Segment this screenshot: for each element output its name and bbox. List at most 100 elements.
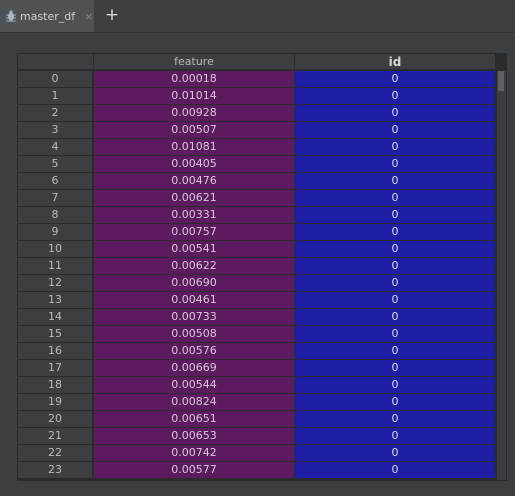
table-row[interactable]: 1 0.01014 0 [18, 88, 496, 105]
row-index-cell[interactable]: 3 [18, 122, 93, 138]
id-cell[interactable]: 0 [295, 275, 495, 291]
id-cell[interactable]: 0 [295, 241, 495, 257]
id-cell[interactable]: 0 [295, 190, 495, 206]
row-index-cell[interactable]: 19 [18, 394, 93, 410]
vertical-scrollbar[interactable] [497, 71, 506, 480]
table-row[interactable]: 23 0.00577 0 [18, 462, 496, 479]
id-cell[interactable]: 0 [295, 88, 495, 104]
feature-cell[interactable]: 0.00757 [94, 224, 294, 240]
table-row[interactable]: 6 0.00476 0 [18, 173, 496, 190]
id-cell[interactable]: 0 [295, 105, 495, 121]
table-row[interactable]: 22 0.00742 0 [18, 445, 496, 462]
row-index-cell[interactable]: 22 [18, 445, 93, 461]
feature-cell[interactable]: 0.00508 [94, 326, 294, 342]
row-index-cell[interactable]: 0 [18, 71, 93, 87]
id-cell[interactable]: 0 [295, 462, 495, 478]
feature-cell[interactable]: 0.00577 [94, 462, 294, 478]
id-cell[interactable]: 0 [295, 258, 495, 274]
row-index-cell[interactable]: 1 [18, 88, 93, 104]
feature-cell[interactable]: 0.00621 [94, 190, 294, 206]
feature-cell[interactable]: 0.00669 [94, 360, 294, 376]
id-cell[interactable]: 0 [295, 207, 495, 223]
table-row[interactable]: 7 0.00621 0 [18, 190, 496, 207]
row-index-cell[interactable]: 4 [18, 139, 93, 155]
row-index-cell[interactable]: 7 [18, 190, 93, 206]
feature-cell[interactable]: 0.00331 [94, 207, 294, 223]
row-index-cell[interactable]: 11 [18, 258, 93, 274]
table-row[interactable]: 2 0.00928 0 [18, 105, 496, 122]
feature-cell[interactable]: 0.00476 [94, 173, 294, 189]
feature-cell[interactable]: 0.00461 [94, 292, 294, 308]
id-cell[interactable]: 0 [295, 428, 495, 444]
id-cell[interactable]: 0 [295, 139, 495, 155]
feature-cell[interactable]: 0.00544 [94, 377, 294, 393]
row-index-cell[interactable]: 6 [18, 173, 93, 189]
table-row[interactable]: 0 0.00018 0 [18, 71, 496, 88]
table-row[interactable]: 11 0.00622 0 [18, 258, 496, 275]
row-index-cell[interactable]: 12 [18, 275, 93, 291]
row-index-cell[interactable]: 8 [18, 207, 93, 223]
table-row[interactable]: 5 0.00405 0 [18, 156, 496, 173]
feature-cell[interactable]: 0.00541 [94, 241, 294, 257]
feature-cell[interactable]: 0.00742 [94, 445, 294, 461]
feature-cell[interactable]: 0.00507 [94, 122, 294, 138]
id-cell[interactable]: 0 [295, 445, 495, 461]
row-index-cell[interactable]: 9 [18, 224, 93, 240]
id-cell[interactable]: 0 [295, 343, 495, 359]
table-row[interactable]: 8 0.00331 0 [18, 207, 496, 224]
table-row[interactable]: 10 0.00541 0 [18, 241, 496, 258]
row-index-cell[interactable]: 17 [18, 360, 93, 376]
feature-column-header[interactable]: feature [94, 54, 295, 70]
index-column-header[interactable] [18, 54, 94, 70]
row-index-cell[interactable]: 5 [18, 156, 93, 172]
table-row[interactable]: 19 0.00824 0 [18, 394, 496, 411]
table-row[interactable]: 21 0.00653 0 [18, 428, 496, 445]
id-cell[interactable]: 0 [295, 411, 495, 427]
row-index-cell[interactable]: 14 [18, 309, 93, 325]
row-index-cell[interactable]: 15 [18, 326, 93, 342]
id-column-header[interactable]: id [295, 54, 496, 70]
row-index-cell[interactable]: 2 [18, 105, 93, 121]
table-row[interactable]: 18 0.00544 0 [18, 377, 496, 394]
feature-cell[interactable]: 0.00576 [94, 343, 294, 359]
add-tab-button[interactable]: + [104, 5, 120, 25]
scrollbar-thumb[interactable] [498, 71, 504, 91]
feature-cell[interactable]: 0.00653 [94, 428, 294, 444]
row-index-cell[interactable]: 13 [18, 292, 93, 308]
table-row[interactable]: 9 0.00757 0 [18, 224, 496, 241]
row-index-cell[interactable]: 16 [18, 343, 93, 359]
table-row[interactable]: 14 0.00733 0 [18, 309, 496, 326]
id-cell[interactable]: 0 [295, 224, 495, 240]
feature-cell[interactable]: 0.00690 [94, 275, 294, 291]
id-cell[interactable]: 0 [295, 326, 495, 342]
feature-cell[interactable]: 0.01081 [94, 139, 294, 155]
table-row[interactable]: 12 0.00690 0 [18, 275, 496, 292]
table-row[interactable]: 20 0.00651 0 [18, 411, 496, 428]
feature-cell[interactable]: 0.00405 [94, 156, 294, 172]
id-cell[interactable]: 0 [295, 309, 495, 325]
id-cell[interactable]: 0 [295, 173, 495, 189]
table-row[interactable]: 15 0.00508 0 [18, 326, 496, 343]
feature-cell[interactable]: 0.00651 [94, 411, 294, 427]
table-row[interactable]: 3 0.00507 0 [18, 122, 496, 139]
feature-cell[interactable]: 0.00018 [94, 71, 294, 87]
feature-cell[interactable]: 0.00928 [94, 105, 294, 121]
feature-cell[interactable]: 0.01014 [94, 88, 294, 104]
id-cell[interactable]: 0 [295, 156, 495, 172]
row-index-cell[interactable]: 23 [18, 462, 93, 478]
table-row[interactable]: 4 0.01081 0 [18, 139, 496, 156]
id-cell[interactable]: 0 [295, 71, 495, 87]
table-row[interactable]: 17 0.00669 0 [18, 360, 496, 377]
feature-cell[interactable]: 0.00733 [94, 309, 294, 325]
row-index-cell[interactable]: 21 [18, 428, 93, 444]
close-tab-icon[interactable]: × [84, 10, 93, 23]
tab-master-df[interactable]: master_df × [0, 0, 94, 32]
id-cell[interactable]: 0 [295, 377, 495, 393]
feature-cell[interactable]: 0.00824 [94, 394, 294, 410]
id-cell[interactable]: 0 [295, 292, 495, 308]
id-cell[interactable]: 0 [295, 360, 495, 376]
table-row[interactable]: 16 0.00576 0 [18, 343, 496, 360]
id-cell[interactable]: 0 [295, 394, 495, 410]
row-index-cell[interactable]: 10 [18, 241, 93, 257]
table-row[interactable]: 13 0.00461 0 [18, 292, 496, 309]
